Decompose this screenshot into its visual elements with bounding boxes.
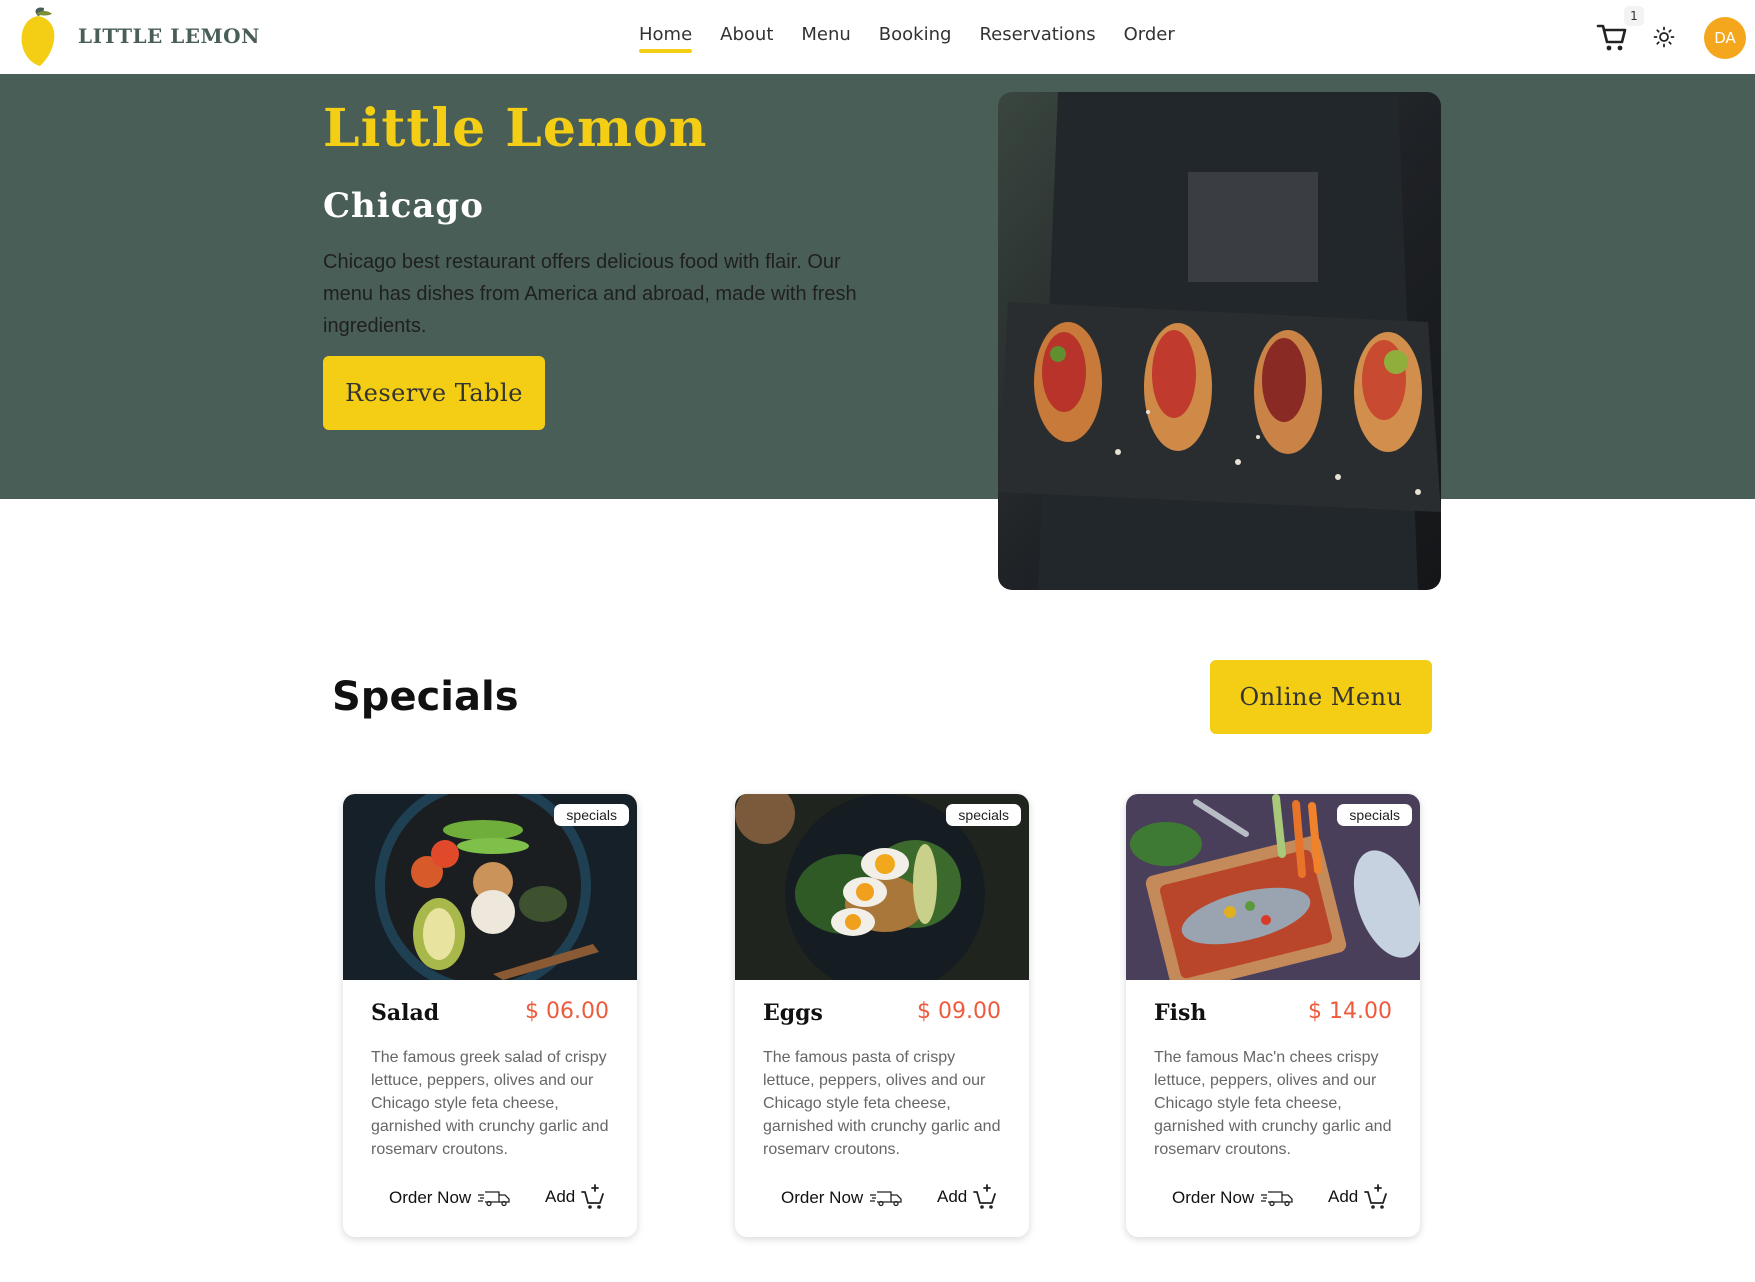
add-to-cart-button[interactable]: Add <box>937 1184 997 1210</box>
add-cart-icon <box>973 1184 997 1209</box>
user-avatar[interactable]: DA <box>1704 17 1746 59</box>
order-now-label: Order Now <box>1172 1188 1255 1207</box>
specials-badge: specials <box>946 804 1021 826</box>
delivery-truck-icon <box>1261 1191 1293 1207</box>
dish-price: $ 06.00 <box>525 999 609 1024</box>
nav-booking[interactable]: Booking <box>879 24 952 51</box>
dish-name: Eggs <box>763 1000 823 1026</box>
sun-icon <box>1653 26 1675 48</box>
order-now-button[interactable]: Order Now <box>1172 1188 1294 1208</box>
add-label: Add <box>937 1187 968 1206</box>
add-cart-icon <box>1364 1184 1388 1209</box>
brand-name[interactable]: LITTLE LEMON <box>78 24 260 48</box>
dish-description: The famous Mac'n chees crispy lettuce, p… <box>1154 1049 1392 1158</box>
hero-food-image <box>998 92 1441 590</box>
nav-order[interactable]: Order <box>1124 24 1175 51</box>
dish-description: The famous greek salad of crispy lettuce… <box>371 1049 609 1158</box>
hero-title: Little Lemon <box>323 98 708 159</box>
specials-title: Specials <box>332 674 519 720</box>
special-card-salad: specials Salad $ 06.00 The famous greek … <box>343 794 637 1237</box>
nav-menu[interactable]: Menu <box>801 24 850 51</box>
add-label: Add <box>545 1187 576 1206</box>
lemon-logo-icon[interactable] <box>18 6 58 68</box>
delivery-truck-icon <box>870 1191 902 1207</box>
order-now-label: Order Now <box>389 1188 472 1207</box>
order-now-label: Order Now <box>781 1188 864 1207</box>
add-to-cart-button[interactable]: Add <box>1328 1184 1388 1210</box>
add-cart-icon <box>581 1184 605 1209</box>
theme-toggle-button[interactable] <box>1644 18 1684 56</box>
reserve-table-button[interactable]: Reserve Table <box>323 356 545 430</box>
add-label: Add <box>1328 1187 1359 1206</box>
dish-price: $ 14.00 <box>1308 999 1392 1024</box>
specials-badge: specials <box>1337 804 1412 826</box>
nav-reservations[interactable]: Reservations <box>979 24 1095 51</box>
nav-home[interactable]: Home <box>639 24 693 53</box>
add-to-cart-button[interactable]: Add <box>545 1184 605 1210</box>
dish-name: Salad <box>371 1000 440 1026</box>
order-now-button[interactable]: Order Now <box>781 1188 903 1208</box>
cart-icon[interactable] <box>1594 20 1630 54</box>
special-card-fish: specials Fish $ 14.00 The famous Mac'n c… <box>1126 794 1420 1237</box>
online-menu-button[interactable]: Online Menu <box>1210 660 1432 734</box>
main-nav: Home About Menu Booking Reservations Ord… <box>639 24 1175 53</box>
site-header: LITTLE LEMON Home About Menu Booking Res… <box>0 0 1755 74</box>
nav-about[interactable]: About <box>720 24 773 51</box>
delivery-truck-icon <box>478 1191 510 1207</box>
hero-description: Chicago best restaurant offers delicious… <box>323 251 857 337</box>
special-card-eggs: specials Eggs $ 09.00 The famous pasta o… <box>735 794 1029 1237</box>
dish-price: $ 09.00 <box>917 999 1001 1024</box>
dish-description: The famous pasta of crispy lettuce, pepp… <box>763 1049 1001 1158</box>
dish-name: Fish <box>1154 1000 1207 1026</box>
order-now-button[interactable]: Order Now <box>389 1188 511 1208</box>
specials-badge: specials <box>554 804 629 826</box>
cart-count-badge: 1 <box>1624 6 1644 26</box>
hero-section: Little Lemon Chicago Chicago best restau… <box>0 74 1755 499</box>
hero-subtitle: Chicago <box>323 186 484 226</box>
